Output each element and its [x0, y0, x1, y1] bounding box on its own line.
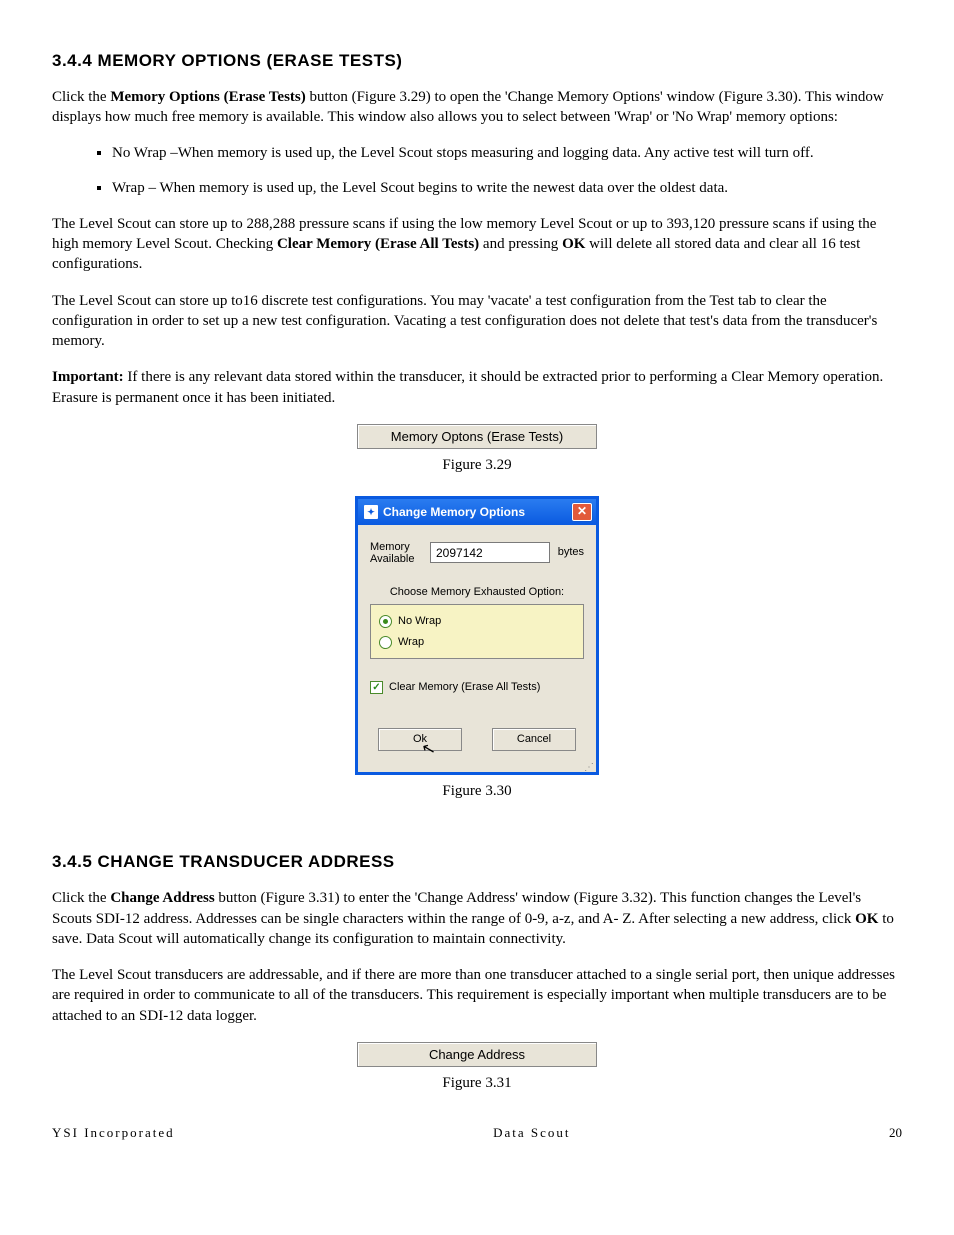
figure-caption-330: Figure 3.30 — [52, 781, 902, 801]
figure-caption-329: Figure 3.29 — [52, 455, 902, 475]
para-344-important: Important: If there is any relevant data… — [52, 367, 902, 408]
ok-button[interactable]: Ok ↖ — [378, 728, 462, 751]
memory-available-value: 2097142 — [430, 542, 550, 563]
cursor-icon: ↖ — [419, 738, 438, 762]
radio-nowrap[interactable]: No Wrap — [379, 611, 575, 632]
text: Click the — [52, 89, 110, 105]
radio-label: Wrap — [398, 635, 424, 650]
bold-text: Change Address — [110, 890, 214, 906]
radio-icon — [379, 636, 392, 649]
bold-text: OK — [855, 911, 878, 927]
dialog-titlebar: ✦ Change Memory Options ✕ — [358, 499, 596, 525]
footer-product: Data Scout — [493, 1124, 570, 1142]
radio-wrap[interactable]: Wrap — [379, 632, 575, 653]
para-344-3: The Level Scout can store up to16 discre… — [52, 291, 902, 352]
change-address-button[interactable]: Change Address — [357, 1042, 597, 1068]
bold-text: Clear Memory (Erase All Tests) — [277, 236, 479, 252]
app-icon: ✦ — [364, 505, 378, 519]
radio-label: No Wrap — [398, 614, 441, 629]
exhausted-option-group: No Wrap Wrap — [370, 604, 584, 660]
close-icon[interactable]: ✕ — [572, 503, 592, 521]
page-footer: YSI Incorporated Data Scout 20 — [52, 1124, 902, 1142]
list-item: Wrap – When memory is used up, the Level… — [112, 178, 902, 198]
exhausted-option-label: Choose Memory Exhausted Option: — [370, 585, 584, 600]
para-344-1: Click the Memory Options (Erase Tests) b… — [52, 87, 902, 128]
section-heading-344: 3.4.4 MEMORY OPTIONS (ERASE TESTS) — [52, 50, 902, 73]
text: If there is any relevant data stored wit… — [52, 369, 883, 405]
figure-caption-331: Figure 3.31 — [52, 1073, 902, 1093]
text: Click the — [52, 890, 110, 906]
section-heading-345: 3.4.5 CHANGE TRANSDUCER ADDRESS — [52, 851, 902, 874]
footer-page-number: 20 — [889, 1124, 902, 1142]
resize-grip-icon[interactable]: ⋰ — [358, 765, 596, 772]
important-label: Important: — [52, 369, 124, 385]
bold-text: OK — [562, 236, 585, 252]
change-memory-options-dialog: ✦ Change Memory Options ✕ Memory Availab… — [355, 496, 599, 775]
para-345-2: The Level Scout transducers are addressa… — [52, 965, 902, 1026]
bold-text: Memory Options (Erase Tests) — [110, 89, 305, 105]
para-344-2: The Level Scout can store up to 288,288 … — [52, 214, 902, 275]
checkbox-icon — [370, 681, 383, 694]
para-345-1: Click the Change Address button (Figure … — [52, 888, 902, 949]
radio-icon — [379, 615, 392, 628]
memory-available-label: Memory Available — [370, 541, 422, 565]
clear-memory-checkbox[interactable]: Clear Memory (Erase All Tests) — [370, 677, 584, 698]
dialog-title: Change Memory Options — [383, 504, 525, 520]
memory-options-button[interactable]: Memory Optons (Erase Tests) — [357, 424, 597, 450]
bytes-label: bytes — [558, 545, 584, 560]
footer-company: YSI Incorporated — [52, 1124, 175, 1142]
list-item: No Wrap –When memory is used up, the Lev… — [112, 143, 902, 163]
checkbox-label: Clear Memory (Erase All Tests) — [389, 680, 540, 695]
memory-options-list: No Wrap –When memory is used up, the Lev… — [52, 143, 902, 198]
cancel-button[interactable]: Cancel — [492, 728, 576, 751]
text: and pressing — [479, 236, 562, 252]
